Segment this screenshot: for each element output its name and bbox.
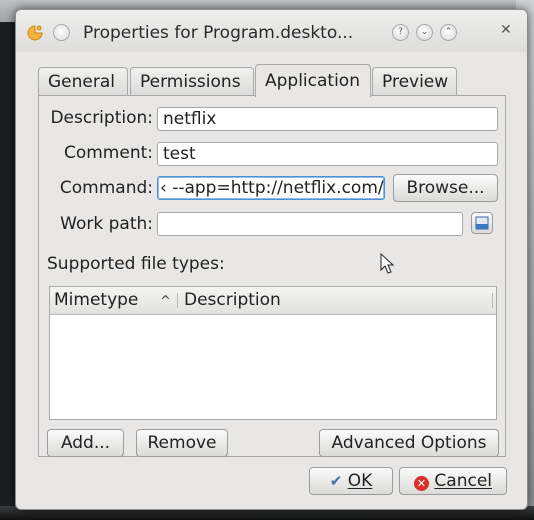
title-bar[interactable]: Properties for Program.deskto... ? ⌄ ⌃ ✕	[16, 10, 527, 52]
comment-label: Comment:	[63, 143, 153, 163]
advanced-options-button[interactable]: Advanced Options	[319, 429, 499, 457]
advanced-options-button-label: Advanced Options	[331, 433, 487, 453]
supported-file-types-label: Supported file types:	[47, 254, 225, 274]
command-label: Command:	[59, 178, 153, 198]
close-icon[interactable]: ✕	[500, 22, 512, 38]
folder-icon	[475, 216, 489, 230]
ok-button[interactable]: ✔ OK	[309, 467, 393, 495]
application-tab-panel: Description: netflix Comment: test Comma…	[38, 95, 506, 457]
tab-permissions[interactable]: Permissions	[130, 67, 254, 95]
remove-button[interactable]: Remove	[136, 429, 228, 457]
tab-application-label: Application	[265, 71, 360, 91]
ok-button-label: OK	[347, 471, 373, 491]
command-field[interactable]: ‹ --app=http://netflix.com/	[157, 176, 385, 200]
remove-button-label: Remove	[147, 433, 217, 453]
cancel-icon: ✕	[414, 476, 429, 491]
keep-on-top-icon[interactable]	[53, 24, 70, 41]
cancel-button-label: Cancel	[434, 471, 492, 491]
cancel-button[interactable]: ✕ Cancel	[399, 467, 507, 495]
tab-application[interactable]: Application	[255, 64, 371, 97]
tab-permissions-label: Permissions	[140, 72, 241, 92]
comment-field[interactable]: test	[157, 142, 498, 166]
tab-preview-label: Preview	[382, 72, 449, 92]
tab-preview[interactable]: Preview	[372, 67, 457, 95]
window-title: Properties for Program.deskto...	[83, 23, 354, 43]
browse-button-label: Browse...	[406, 178, 485, 198]
column-header-mimetype[interactable]: Mimetype	[54, 287, 138, 314]
maximize-icon[interactable]: ⌃	[440, 24, 457, 41]
column-separator-end	[492, 293, 493, 308]
add-button-label: Add...	[60, 433, 111, 453]
tab-general-label: General	[48, 72, 115, 92]
description-field[interactable]: netflix	[157, 107, 498, 131]
column-header-description[interactable]: Description	[184, 287, 281, 314]
minimize-icon[interactable]: ⌄	[416, 24, 433, 41]
browse-button[interactable]: Browse...	[393, 174, 498, 202]
app-menu-icon[interactable]	[26, 24, 44, 42]
checkmark-icon: ✔	[329, 472, 343, 490]
description-label: Description:	[50, 108, 153, 128]
tab-general[interactable]: General	[38, 67, 128, 95]
select-folder-button[interactable]	[471, 212, 493, 234]
work-path-label: Work path:	[60, 214, 153, 234]
add-button[interactable]: Add...	[47, 429, 124, 457]
properties-dialog: Properties for Program.deskto... ? ⌄ ⌃ ✕…	[15, 9, 528, 510]
mouse-cursor-icon	[380, 253, 395, 274]
column-separator[interactable]	[177, 293, 178, 308]
help-icon[interactable]: ?	[392, 24, 409, 41]
work-path-field[interactable]	[157, 212, 463, 236]
sort-ascending-icon: ^	[160, 294, 171, 309]
file-types-list[interactable]: Mimetype ^ Description	[49, 286, 497, 420]
file-types-list-header: Mimetype ^ Description	[50, 287, 496, 315]
